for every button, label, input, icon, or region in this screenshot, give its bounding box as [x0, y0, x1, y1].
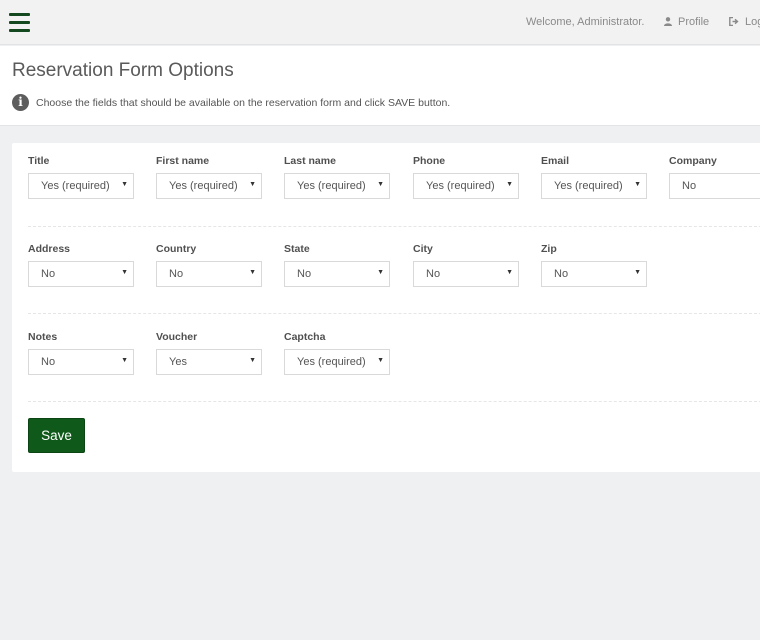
voucher-select[interactable]: Yes ▼ — [156, 349, 262, 375]
country-select[interactable]: No ▼ — [156, 261, 262, 287]
field-voucher: Voucher Yes ▼ — [156, 331, 262, 375]
select-value: No — [682, 180, 697, 192]
state-select[interactable]: No ▼ — [284, 261, 390, 287]
field-label: Voucher — [156, 331, 198, 343]
user-icon — [664, 17, 672, 29]
save-button[interactable]: Save — [28, 418, 85, 453]
select-value: No — [41, 356, 56, 368]
select-value: No — [554, 268, 569, 280]
company-select[interactable]: No — [669, 173, 760, 199]
caret-down-icon: ▼ — [506, 181, 513, 188]
field-title: Title Yes (required) ▼ — [28, 155, 134, 199]
select-value: No — [169, 268, 184, 280]
profile-label: Profile — [678, 16, 710, 28]
row-divider — [28, 401, 760, 402]
select-value: Yes (required) — [426, 180, 495, 192]
notes-select[interactable]: No ▼ — [28, 349, 134, 375]
field-address: Address No ▼ — [28, 243, 134, 287]
field-label: Captcha — [284, 331, 326, 343]
field-first-name: First name Yes (required) ▼ — [156, 155, 262, 199]
field-label: Address — [28, 243, 71, 255]
field-zip: Zip No ▼ — [541, 243, 647, 287]
field-label: City — [413, 243, 433, 255]
info-circle-icon: i — [12, 94, 29, 111]
select-value: No — [297, 268, 312, 280]
field-label: Last name — [284, 155, 336, 167]
page-header: Reservation Form Options i Choose the fi… — [0, 46, 760, 126]
city-select[interactable]: No ▼ — [413, 261, 519, 287]
field-notes: Notes No ▼ — [28, 331, 134, 375]
field-label: First name — [156, 155, 210, 167]
row-divider — [28, 313, 760, 314]
select-value: No — [41, 268, 56, 280]
field-company: Company No — [669, 155, 760, 199]
field-label: Email — [541, 155, 570, 167]
first-name-select[interactable]: Yes (required) ▼ — [156, 173, 262, 199]
caret-down-icon: ▼ — [121, 357, 128, 364]
logout-link[interactable]: Log — [729, 16, 760, 29]
page-title: Reservation Form Options — [12, 60, 234, 81]
caret-down-icon: ▼ — [377, 269, 384, 276]
field-city: City No ▼ — [413, 243, 519, 287]
field-label: Company — [669, 155, 717, 167]
field-phone: Phone Yes (required) ▼ — [413, 155, 519, 199]
field-label: Country — [156, 243, 197, 255]
welcome-text: Welcome, Administrator. — [526, 16, 645, 28]
field-label: Zip — [541, 243, 557, 255]
field-captcha: Captcha Yes (required) ▼ — [284, 331, 390, 375]
field-state: State No ▼ — [284, 243, 390, 287]
field-country: Country No ▼ — [156, 243, 262, 287]
captcha-select[interactable]: Yes (required) ▼ — [284, 349, 390, 375]
select-value: Yes — [169, 356, 187, 368]
field-last-name: Last name Yes (required) ▼ — [284, 155, 390, 199]
caret-down-icon: ▼ — [121, 269, 128, 276]
caret-down-icon: ▼ — [634, 269, 641, 276]
reservation-form-panel: Title Yes (required) ▼ First name Yes (r… — [12, 143, 760, 472]
row-divider — [28, 226, 760, 227]
caret-down-icon: ▼ — [249, 181, 256, 188]
email-select[interactable]: Yes (required) ▼ — [541, 173, 647, 199]
field-label: Phone — [413, 155, 446, 167]
hamburger-menu-icon[interactable] — [9, 13, 30, 32]
caret-down-icon: ▼ — [377, 181, 384, 188]
address-select[interactable]: No ▼ — [28, 261, 134, 287]
field-label: State — [284, 243, 310, 255]
last-name-select[interactable]: Yes (required) ▼ — [284, 173, 390, 199]
select-value: Yes (required) — [41, 180, 110, 192]
form-row: Notes No ▼ Voucher Yes ▼ Captcha Yes (re… — [28, 331, 760, 391]
caret-down-icon: ▼ — [506, 269, 513, 276]
profile-link[interactable]: Profile — [664, 16, 709, 29]
top-bar: Welcome, Administrator. Profile Log — [0, 0, 760, 45]
select-value: Yes (required) — [169, 180, 238, 192]
caret-down-icon: ▼ — [634, 181, 641, 188]
sign-out-icon — [729, 16, 739, 29]
title-select[interactable]: Yes (required) ▼ — [28, 173, 134, 199]
caret-down-icon: ▼ — [249, 269, 256, 276]
page-description: Choose the fields that should be availab… — [36, 97, 451, 109]
form-row: Title Yes (required) ▼ First name Yes (r… — [28, 155, 760, 215]
select-value: No — [426, 268, 441, 280]
logout-label: Log — [745, 16, 760, 28]
select-value: Yes (required) — [554, 180, 623, 192]
caret-down-icon: ▼ — [121, 181, 128, 188]
caret-down-icon: ▼ — [377, 357, 384, 364]
phone-select[interactable]: Yes (required) ▼ — [413, 173, 519, 199]
caret-down-icon: ▼ — [249, 357, 256, 364]
select-value: Yes (required) — [297, 356, 366, 368]
field-label: Notes — [28, 331, 58, 343]
zip-select[interactable]: No ▼ — [541, 261, 647, 287]
select-value: Yes (required) — [297, 180, 366, 192]
field-label: Title — [28, 155, 50, 167]
form-row: Address No ▼ Country No ▼ State No ▼ Cit… — [28, 243, 760, 303]
field-email: Email Yes (required) ▼ — [541, 155, 647, 199]
